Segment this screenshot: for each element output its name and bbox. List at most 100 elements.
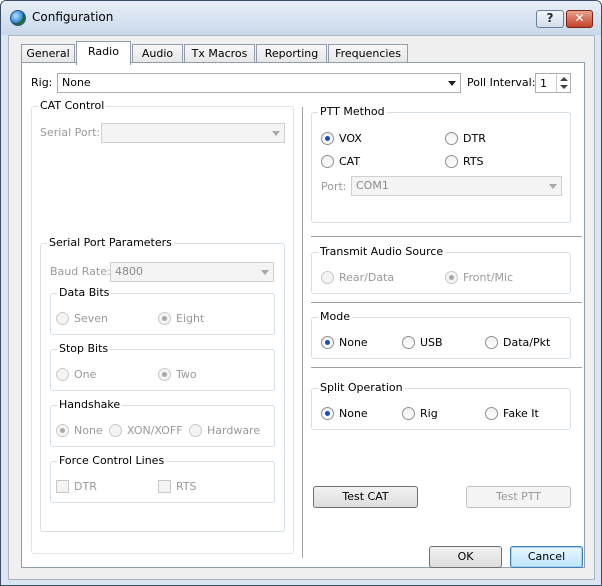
- handshake-title: Handshake: [57, 398, 123, 411]
- stop-bits-group: Stop Bits One Two: [50, 342, 275, 391]
- handshake-group: Handshake None XON/XOFF Hardware: [50, 398, 275, 447]
- split-fakeit-label: Fake It: [503, 407, 539, 420]
- split-rig-label: Rig: [420, 407, 438, 420]
- tx-audio-front-label: Front/Mic: [463, 271, 514, 284]
- mode-none-label: None: [339, 336, 368, 349]
- stop-bits-two-radio[interactable]: [158, 368, 171, 381]
- split-operation-group: Split Operation None Rig Fake It: [311, 381, 571, 430]
- ptt-port-value: COM1: [356, 179, 389, 192]
- ok-button[interactable]: OK: [429, 546, 502, 568]
- close-button[interactable]: ✕: [566, 10, 593, 28]
- ptt-port-label: Port:: [321, 180, 347, 193]
- rig-select[interactable]: None: [57, 73, 461, 93]
- help-button[interactable]: ?: [536, 10, 564, 28]
- ptt-method-group: PTT Method VOX DTR CAT RTS Port: COM1: [311, 105, 571, 223]
- serial-params-group: Serial Port Parameters Baud Rate: 4800 D…: [40, 236, 285, 532]
- split-none-radio[interactable]: [321, 407, 334, 420]
- force-lines-group: Force Control Lines DTR RTS: [50, 454, 275, 503]
- baud-rate-select[interactable]: 4800: [110, 262, 274, 282]
- stop-bits-one-radio[interactable]: [56, 368, 69, 381]
- mode-datapkt-radio[interactable]: [485, 336, 498, 349]
- tab-frequencies[interactable]: Frequencies: [328, 44, 408, 64]
- separator-line: [311, 236, 582, 237]
- tab-tx-macros[interactable]: Tx Macros: [184, 44, 255, 64]
- tab-audio[interactable]: Audio: [132, 44, 183, 64]
- tx-audio-source-group: Transmit Audio Source Rear/Data Front/Mi…: [311, 245, 571, 294]
- cancel-button[interactable]: Cancel: [510, 546, 583, 568]
- app-globe-icon: [10, 10, 26, 26]
- rig-value: None: [62, 76, 91, 89]
- data-bits-seven-label: Seven: [74, 312, 108, 325]
- mode-title: Mode: [318, 310, 352, 323]
- radio-tab-pane: Rig: None Poll Interval: 1 CAT Control S…: [21, 62, 585, 568]
- handshake-xonxoff-label: XON/XOFF: [127, 424, 183, 437]
- ptt-dtr-label: DTR: [463, 132, 486, 145]
- title-bar[interactable]: Configuration ? ✕: [1, 1, 601, 35]
- baud-rate-value: 4800: [115, 265, 143, 278]
- data-bits-eight-label: Eight: [176, 312, 205, 325]
- ptt-vox-label: VOX: [339, 132, 362, 145]
- spin-down-icon[interactable]: [560, 85, 568, 89]
- mode-usb-radio[interactable]: [402, 336, 415, 349]
- split-operation-title: Split Operation: [318, 381, 405, 394]
- serial-params-title: Serial Port Parameters: [47, 236, 174, 249]
- rts-checkbox-label: RTS: [176, 480, 197, 493]
- dialog-client-area: General Radio Audio Tx Macros Reporting …: [8, 35, 595, 580]
- data-bits-title: Data Bits: [57, 286, 112, 299]
- chevron-down-icon: [448, 81, 456, 86]
- tab-radio[interactable]: Radio: [76, 41, 131, 65]
- tx-audio-source-title: Transmit Audio Source: [318, 245, 446, 258]
- mode-datapkt-label: Data/Pkt: [503, 336, 551, 349]
- mode-usb-label: USB: [420, 336, 443, 349]
- handshake-none-label: None: [74, 424, 103, 437]
- handshake-hardware-label: Hardware: [207, 424, 261, 437]
- separator-line: [311, 302, 582, 303]
- split-none-label: None: [339, 407, 368, 420]
- cat-control-group: CAT Control Serial Port: Serial Port Par…: [31, 99, 294, 554]
- tab-reporting[interactable]: Reporting: [256, 44, 327, 64]
- ptt-rts-label: RTS: [463, 155, 484, 168]
- dtr-checkbox[interactable]: [56, 480, 69, 493]
- spin-up-icon[interactable]: [560, 77, 568, 81]
- spinner-buttons[interactable]: [556, 74, 570, 92]
- stop-bits-two-label: Two: [176, 368, 197, 381]
- data-bits-eight-radio[interactable]: [158, 312, 171, 325]
- separator-line: [311, 367, 582, 368]
- chevron-down-icon: [549, 184, 557, 189]
- mode-none-radio[interactable]: [321, 336, 334, 349]
- ptt-dtr-radio[interactable]: [445, 132, 458, 145]
- chevron-down-icon: [272, 131, 280, 136]
- split-rig-radio[interactable]: [402, 407, 415, 420]
- tx-audio-front-radio[interactable]: [445, 271, 458, 284]
- dtr-checkbox-label: DTR: [74, 480, 97, 493]
- configuration-window: Configuration ? ✕ General Radio Audio Tx…: [0, 0, 602, 586]
- force-lines-title: Force Control Lines: [57, 454, 167, 467]
- handshake-none-radio[interactable]: [56, 424, 69, 437]
- stop-bits-one-label: One: [74, 368, 97, 381]
- rts-checkbox[interactable]: [158, 480, 171, 493]
- tab-general[interactable]: General: [21, 44, 75, 64]
- chevron-down-icon: [261, 270, 269, 275]
- test-cat-button[interactable]: Test CAT: [313, 486, 418, 508]
- ptt-rts-radio[interactable]: [445, 155, 458, 168]
- ptt-cat-radio[interactable]: [321, 155, 334, 168]
- mode-group: Mode None USB Data/Pkt: [311, 310, 571, 359]
- tx-audio-rear-radio[interactable]: [321, 271, 334, 284]
- ptt-vox-radio[interactable]: [321, 132, 334, 145]
- tx-audio-rear-label: Rear/Data: [339, 271, 395, 284]
- baud-rate-label: Baud Rate:: [50, 265, 111, 278]
- poll-interval-spinbox[interactable]: 1: [535, 73, 571, 93]
- handshake-xonxoff-radio[interactable]: [109, 424, 122, 437]
- vertical-splitter[interactable]: [302, 107, 303, 558]
- serial-port-label: Serial Port:: [40, 126, 101, 139]
- split-fakeit-radio[interactable]: [485, 407, 498, 420]
- ptt-port-select[interactable]: COM1: [351, 176, 562, 196]
- handshake-hardware-radio[interactable]: [189, 424, 202, 437]
- poll-interval-value: 1: [540, 77, 547, 90]
- stop-bits-title: Stop Bits: [57, 342, 111, 355]
- test-ptt-button[interactable]: Test PTT: [466, 486, 571, 508]
- serial-port-select[interactable]: [101, 123, 285, 143]
- cat-control-title: CAT Control: [38, 99, 107, 112]
- data-bits-seven-radio[interactable]: [56, 312, 69, 325]
- window-title: Configuration: [32, 10, 114, 24]
